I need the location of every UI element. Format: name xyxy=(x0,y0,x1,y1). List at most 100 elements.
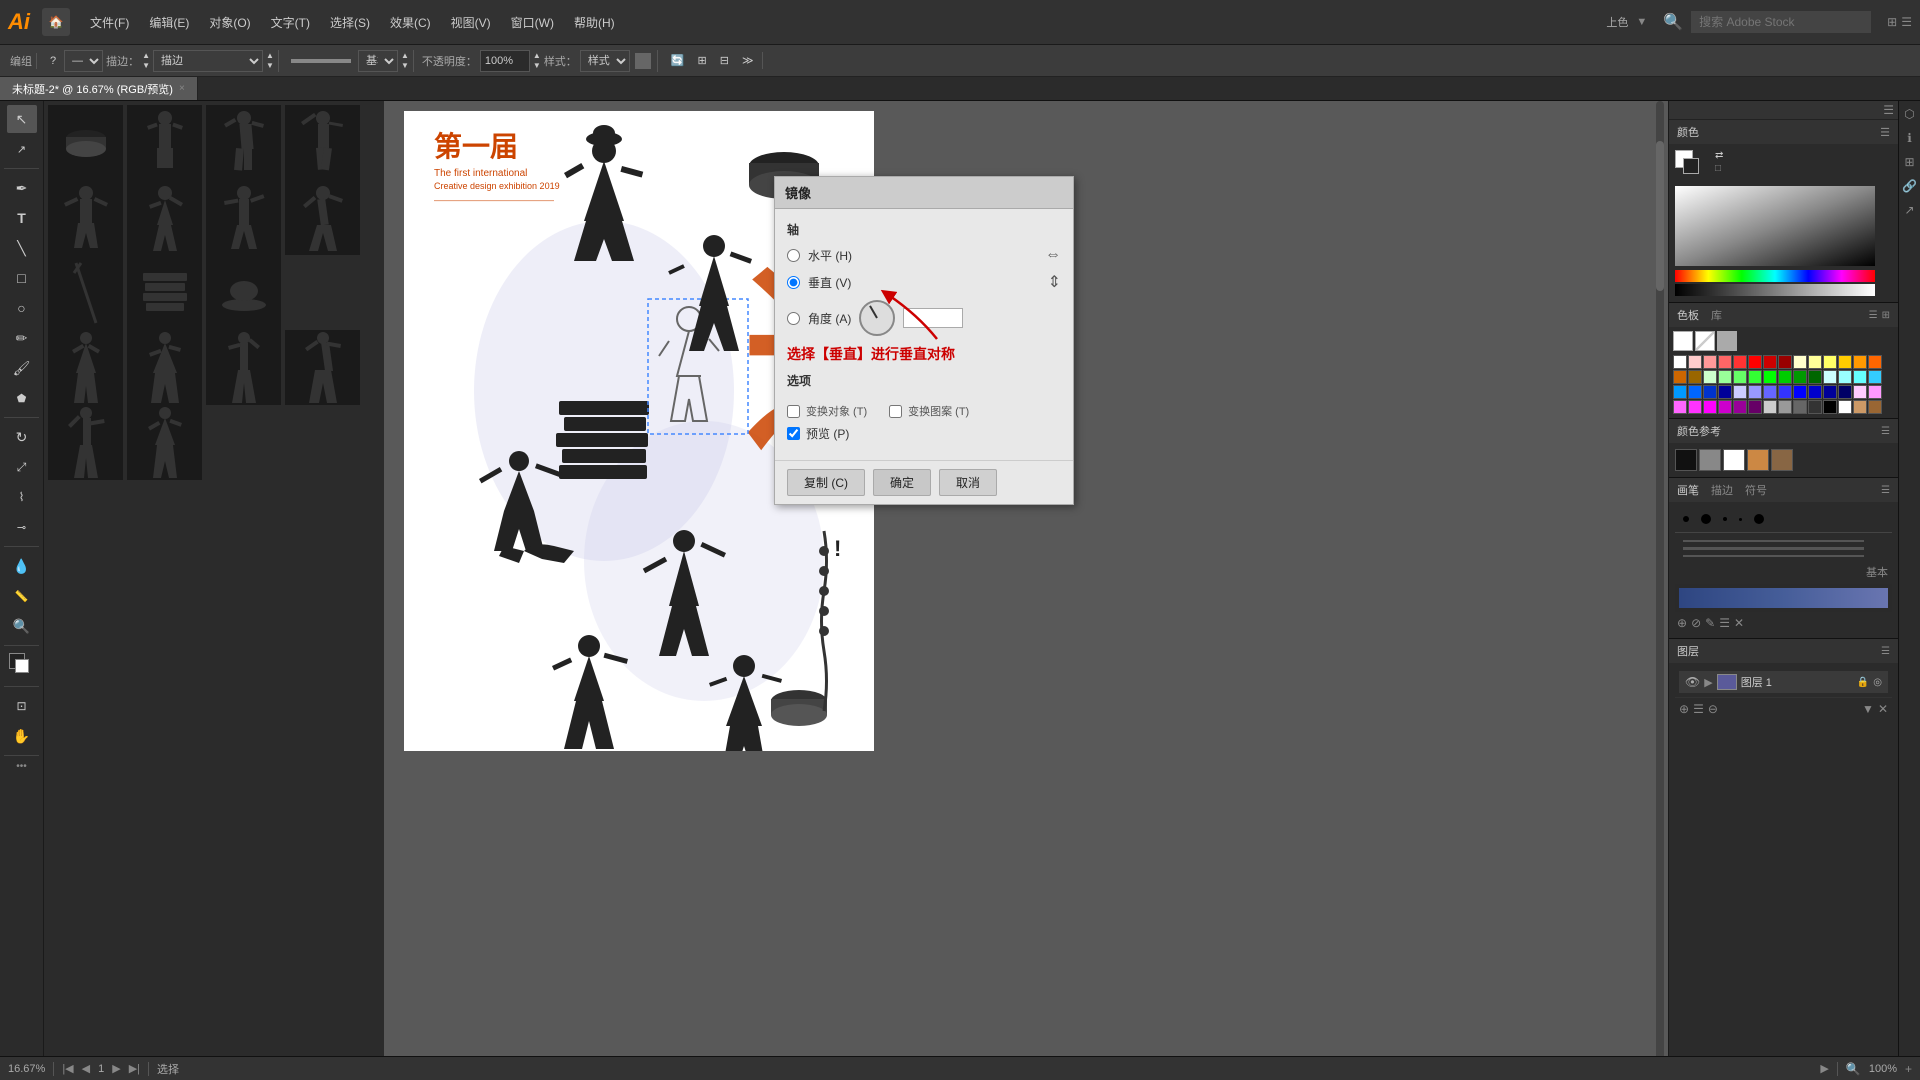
swatch-29[interactable] xyxy=(1688,385,1702,399)
swatches-list-icon[interactable]: ☰ xyxy=(1869,310,1878,321)
stroke-tab[interactable]: 描边 xyxy=(1711,482,1733,498)
rect-tool[interactable]: □ xyxy=(7,264,37,292)
white-swatch[interactable] xyxy=(1673,331,1693,351)
style-select[interactable]: 样式 xyxy=(580,50,630,72)
layer-target-icon[interactable]: ◎ xyxy=(1873,677,1882,688)
swatch-34[interactable] xyxy=(1763,385,1777,399)
swatch-22[interactable] xyxy=(1793,370,1807,384)
swatch-6[interactable] xyxy=(1763,355,1777,369)
swatch-8[interactable] xyxy=(1793,355,1807,369)
panel-arrange-icon[interactable]: ⊞ xyxy=(1887,15,1897,29)
layers-icon-5[interactable]: ✕ xyxy=(1878,702,1888,716)
thumb-figure-8[interactable] xyxy=(48,330,123,405)
layers-icon-2[interactable]: ☰ xyxy=(1693,702,1704,716)
ellipse-tool[interactable]: ○ xyxy=(7,294,37,322)
swap-fill-stroke-icon[interactable]: ⇄ xyxy=(1715,150,1723,161)
library-tab[interactable]: 库 xyxy=(1711,307,1722,323)
brush-tool[interactable]: 🖌 xyxy=(7,354,37,382)
menu-type[interactable]: 文字(T) xyxy=(263,10,318,35)
swatch-20[interactable] xyxy=(1763,370,1777,384)
thumb-figure-2[interactable] xyxy=(206,105,281,180)
swatch-19[interactable] xyxy=(1748,370,1762,384)
layer-visibility-icon[interactable]: 👁 xyxy=(1685,675,1700,689)
search-input[interactable] xyxy=(1691,11,1871,33)
menu-window[interactable]: 窗口(W) xyxy=(503,10,562,35)
cancel-button[interactable]: 取消 xyxy=(939,469,997,496)
brush-line-3[interactable] xyxy=(1683,555,1864,557)
swatch-49[interactable] xyxy=(1778,400,1792,414)
swatch-55[interactable] xyxy=(1868,400,1882,414)
swatch-3[interactable] xyxy=(1718,355,1732,369)
transform-object-checkbox[interactable] xyxy=(889,405,902,418)
dropdown-arrow-color[interactable]: ▼ xyxy=(1636,16,1647,28)
swatch-25[interactable] xyxy=(1838,370,1852,384)
panel-icon-4[interactable]: 🔗 xyxy=(1901,177,1919,195)
swatch-45[interactable] xyxy=(1718,400,1732,414)
thumb-figure-1[interactable] xyxy=(127,105,202,180)
swatch-43[interactable] xyxy=(1688,400,1702,414)
swatch-7[interactable] xyxy=(1778,355,1792,369)
swatch-1[interactable] xyxy=(1688,355,1702,369)
brush-icon-4[interactable]: ☰ xyxy=(1719,616,1730,630)
swatch-37[interactable] xyxy=(1808,385,1822,399)
thumb-figure-5[interactable] xyxy=(127,180,202,255)
transform-pattern-checkbox[interactable] xyxy=(787,405,800,418)
rotate-tool[interactable]: ↻ xyxy=(7,423,37,451)
desc-arrows[interactable]: ▲ ▼ xyxy=(266,51,274,70)
color-gradient[interactable] xyxy=(1675,186,1875,266)
transform-btn[interactable]: 🔄 xyxy=(666,52,690,69)
vertical-radio[interactable] xyxy=(787,276,800,289)
ref-swatch-4[interactable] xyxy=(1747,449,1769,471)
menu-view[interactable]: 视图(V) xyxy=(443,10,499,35)
zoom-out-btn[interactable]: 🔍 xyxy=(1846,1062,1861,1076)
panel-icon-5[interactable]: ↗ xyxy=(1901,201,1919,219)
hue-slider[interactable] xyxy=(1675,270,1875,282)
brush-icon-2[interactable]: ⊘ xyxy=(1691,616,1701,630)
layers-icon-4[interactable]: ▼ xyxy=(1862,702,1874,716)
zoom-tool[interactable]: 🔍 xyxy=(7,612,37,640)
swatch-31[interactable] xyxy=(1718,385,1732,399)
swatch-40[interactable] xyxy=(1853,385,1867,399)
swatch-4[interactable] xyxy=(1733,355,1747,369)
next-page-btn[interactable]: ▶| xyxy=(129,1062,140,1075)
swatch-32[interactable] xyxy=(1733,385,1747,399)
swatch-33[interactable] xyxy=(1748,385,1762,399)
thumb-figure-11[interactable] xyxy=(285,330,360,405)
pathfinder-btn[interactable]: ⊟ xyxy=(715,52,734,69)
panel-icon-2[interactable]: ℹ xyxy=(1901,129,1919,147)
color-section-header[interactable]: 颜色 ☰ xyxy=(1669,120,1898,144)
weight-arrows[interactable]: ▲ ▼ xyxy=(401,51,409,70)
swatches-section-header[interactable]: 色板 库 ☰ ⊞ xyxy=(1669,303,1898,327)
color-panel-menu[interactable]: ☰ xyxy=(1880,126,1890,139)
menu-effect[interactable]: 效果(C) xyxy=(382,10,439,35)
select-tool[interactable]: ↖ xyxy=(7,105,37,133)
stroke-weight-select[interactable]: 基本 xyxy=(358,50,398,72)
panel-menu-icon[interactable]: ☰ xyxy=(1883,103,1894,117)
layer-lock-icon[interactable]: 🔒 xyxy=(1857,677,1869,688)
thumb-figure-3[interactable] xyxy=(285,105,360,180)
swatch-41[interactable] xyxy=(1868,385,1882,399)
symbol-tab[interactable]: 符号 xyxy=(1745,482,1767,498)
swatch-5[interactable] xyxy=(1748,355,1762,369)
swatch-27[interactable] xyxy=(1868,370,1882,384)
thumb-figure-7[interactable] xyxy=(285,180,360,255)
swatch-15[interactable] xyxy=(1688,370,1702,384)
panel-icon-1[interactable]: ⬡ xyxy=(1901,105,1919,123)
more-tools-btn[interactable]: ≫ xyxy=(737,52,759,69)
brush-dot-5[interactable] xyxy=(1754,514,1764,524)
menu-edit[interactable]: 编辑(E) xyxy=(141,10,197,35)
swatch-2[interactable] xyxy=(1703,355,1717,369)
swatch-54[interactable] xyxy=(1853,400,1867,414)
swatch-36[interactable] xyxy=(1793,385,1807,399)
copy-button[interactable]: 复制 (C) xyxy=(787,469,865,496)
swatch-38[interactable] xyxy=(1823,385,1837,399)
thumb-stack[interactable] xyxy=(127,255,202,330)
vertical-scrollbar-thumb[interactable] xyxy=(1656,141,1664,291)
swatch-21[interactable] xyxy=(1778,370,1792,384)
brush-dot-4[interactable] xyxy=(1739,518,1742,521)
swatch-50[interactable] xyxy=(1793,400,1807,414)
brush-icon-1[interactable]: ⊕ xyxy=(1677,616,1687,630)
panel-toggle-icon[interactable]: ☰ xyxy=(1901,15,1912,29)
search-icon[interactable]: 🔍 xyxy=(1663,12,1683,32)
menu-help[interactable]: 帮助(H) xyxy=(566,10,623,35)
